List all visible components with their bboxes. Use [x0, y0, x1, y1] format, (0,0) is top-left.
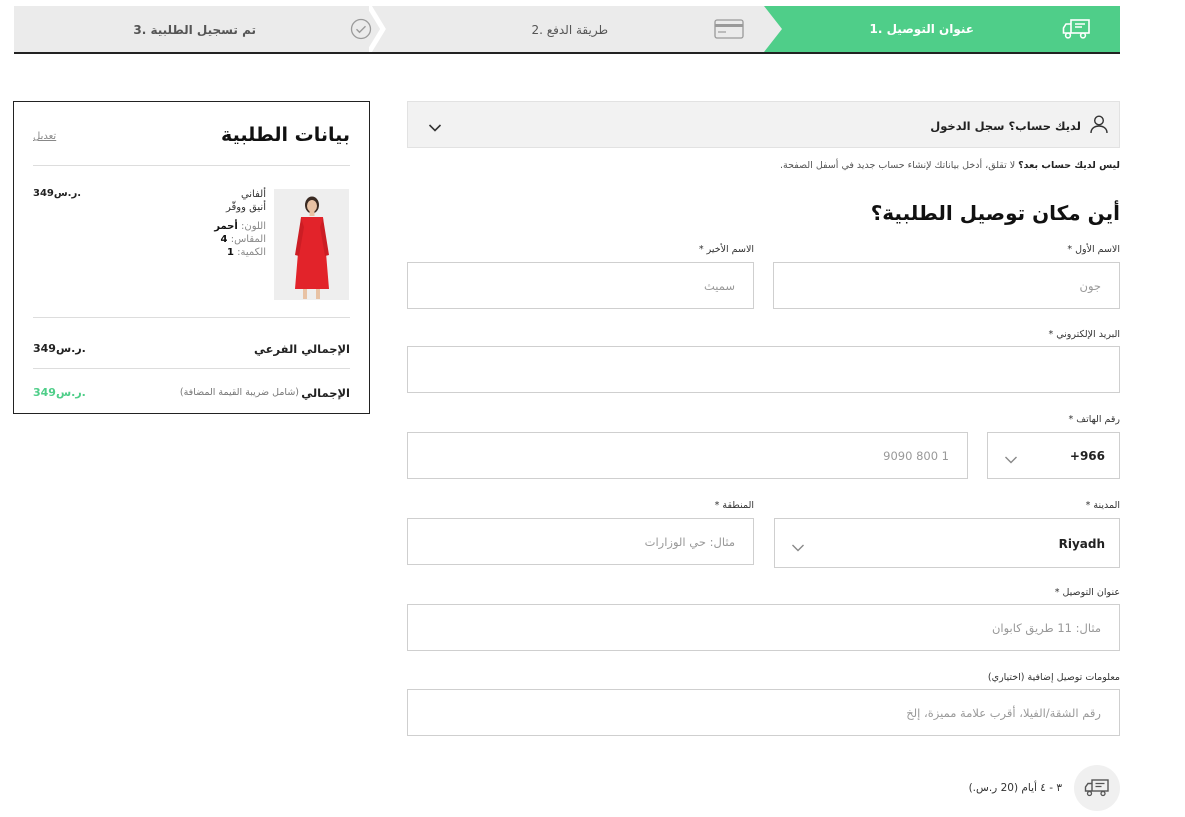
delivery-estimate: ٣ - ٤ أيام (20 ر.س.): [960, 765, 1120, 811]
city-label: المدينة *: [1085, 500, 1120, 511]
new-account-hint: ليس لديك حساب بعد؟ لا تقلق، أدخل بياناتك…: [780, 160, 1120, 171]
login-accordion[interactable]: لديك حساب؟ سجل الدخول: [407, 101, 1120, 148]
subtotal-value: 349ر.س.: [33, 342, 86, 355]
quantity-value: 1: [226, 247, 234, 258]
chevron-down-icon: [1004, 450, 1018, 469]
first-name-label: الاسم الأول *: [1067, 244, 1120, 255]
chevron-down-icon: [791, 538, 805, 557]
delivery-estimate-text: ٣ - ٤ أيام (20 ر.س.): [968, 782, 1062, 794]
region-input[interactable]: مثال: حي الوزارات: [407, 518, 754, 565]
product-price: 349ر.س.: [33, 188, 82, 199]
last-name-input[interactable]: سميث: [407, 262, 754, 309]
phone-placeholder: 1 800 9090: [883, 449, 949, 463]
city-value: Riyadh: [1058, 537, 1105, 551]
first-name-placeholder: جون: [1079, 279, 1102, 293]
chevron-down-icon: [428, 118, 442, 137]
total-label: الإجمالي: [301, 386, 350, 400]
region-label: المنطقة *: [714, 500, 754, 511]
total-value: 349ر.س.: [33, 386, 86, 399]
truck-icon: [1062, 18, 1092, 43]
color-value: أحمر: [214, 221, 238, 232]
order-summary-title: بيانات الطلبية: [221, 124, 350, 146]
user-icon: [1089, 114, 1109, 138]
city-select[interactable]: Riyadh: [774, 518, 1120, 568]
last-name-label: الاسم الأخير *: [698, 244, 754, 255]
country-code-value: +966: [1069, 449, 1105, 463]
phone-input[interactable]: 1 800 9090: [407, 432, 968, 479]
step-delivery-label: 1. عنوان التوصيل: [869, 22, 975, 36]
phone-label: رقم الهاتف *: [1068, 414, 1120, 425]
color-label: اللون:: [240, 221, 266, 232]
country-code-select[interactable]: +966: [987, 432, 1120, 479]
product-brand: ألفاني: [240, 189, 266, 200]
address-placeholder: مثال: 11 طريق كابوان: [991, 621, 1101, 635]
step-order-placed-label: 3. تم تسجيل الطلبية: [133, 23, 256, 37]
product-image: [274, 189, 349, 300]
new-account-hint-text: لا تقلق، أدخل بياناتك لإنشاء حساب جديد ف…: [779, 160, 1019, 171]
step-order-placed: 3. تم تسجيل الطلبية: [14, 6, 386, 52]
checkout-stepper: 3. تم تسجيل الطلبية 2. طريقة الدفع 1. عن…: [14, 6, 1120, 54]
email-label: البريد الإلكتروني *: [1048, 329, 1120, 340]
delivery-form-title: أين مكان توصيل الطلبية؟: [870, 201, 1120, 225]
edit-order-link[interactable]: تعديل: [33, 131, 56, 142]
total-vat-note: (شامل ضريبة القيمة المضافة): [179, 387, 299, 398]
first-name-input[interactable]: جون: [773, 262, 1120, 309]
product-name: أنيق ووقّر: [225, 202, 266, 213]
email-input[interactable]: [407, 346, 1120, 393]
step-payment: 2. طريقة الدفع: [386, 6, 764, 52]
address-input[interactable]: مثال: 11 طريق كابوان: [407, 604, 1120, 651]
address-label: عنوان التوصيل *: [1054, 587, 1120, 598]
credit-card-icon: [714, 19, 744, 42]
product-details: ألفاني أنيق ووقّر اللون: أحمر المقاس: 4 …: [214, 188, 266, 259]
divider: [33, 165, 350, 166]
login-prompt: لديك حساب؟ سجل الدخول: [930, 119, 1081, 133]
subtotal-label: الإجمالي الفرعي: [254, 342, 350, 356]
divider: [33, 317, 350, 318]
delivery-truck-icon: [1074, 765, 1120, 811]
step-delivery-address: 1. عنوان التوصيل: [764, 6, 1120, 52]
order-summary-card: بيانات الطلبية تعديل ألفاني أنيق ووقّر ا…: [13, 101, 370, 414]
extra-info-input[interactable]: رقم الشقة/الفيلا، أقرب علامة مميزة، إلخ: [407, 689, 1120, 736]
size-value: 4: [220, 234, 228, 245]
extra-info-placeholder: رقم الشقة/الفيلا، أقرب علامة مميزة، إلخ: [906, 706, 1101, 720]
divider: [33, 368, 350, 369]
extra-info-label: معلومات توصيل إضافية (اختياري): [987, 672, 1120, 683]
last-name-placeholder: سميث: [703, 279, 735, 293]
size-label: المقاس:: [230, 234, 266, 245]
region-placeholder: مثال: حي الوزارات: [644, 535, 735, 549]
new-account-hint-bold: ليس لديك حساب بعد؟: [1018, 160, 1120, 171]
step-payment-label: 2. طريقة الدفع: [531, 23, 608, 37]
quantity-label: الكمية:: [237, 247, 266, 258]
